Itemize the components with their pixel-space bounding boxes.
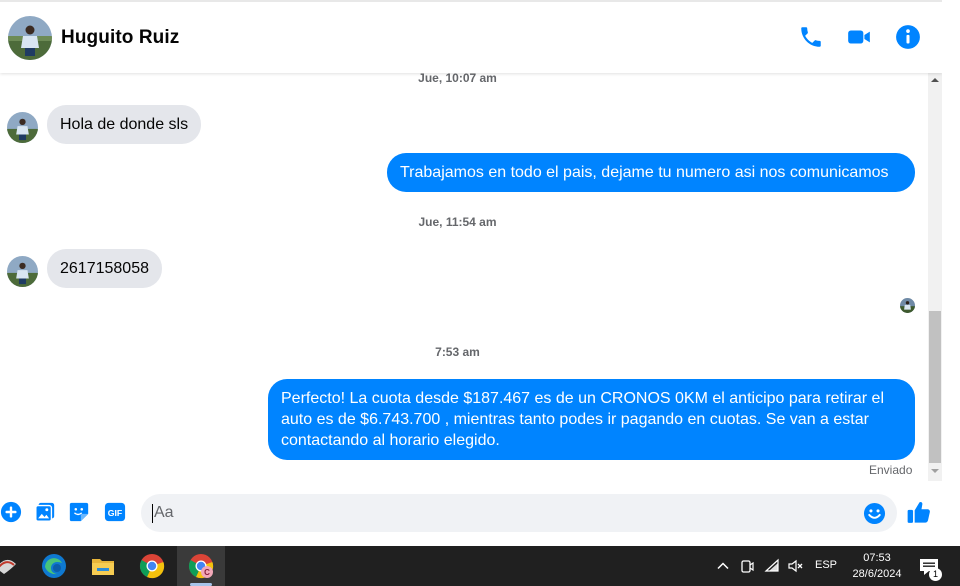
scroll-down-arrow-icon[interactable] [928,464,942,478]
contact-name[interactable]: Huguito Ruiz [61,27,179,49]
scroll-up-arrow-icon[interactable] [928,73,942,87]
edge-browser-icon[interactable] [40,552,68,580]
seen-indicator-avatar [900,298,915,313]
outgoing-message[interactable]: Trabajamos en todo el pais, dejame tu nu… [387,153,915,192]
contact-avatar-small[interactable] [7,256,38,287]
chat-window: Huguito Ruiz Jue, 10:07 am Hola de donde… [0,0,942,546]
chrome-profile-icon[interactable]: C [187,552,215,580]
message-timestamp: Jue, 10:07 am [418,71,497,85]
file-explorer-icon[interactable] [89,552,117,580]
speaker-muted-icon[interactable] [787,558,803,574]
incoming-message[interactable]: Hola de donde sls [47,105,202,144]
message-input-placeholder: Aa [154,504,174,521]
incoming-message[interactable]: 2617158058 [47,249,162,288]
info-icon[interactable] [895,24,921,50]
message-input[interactable]: Aa [141,494,897,532]
clock-time: 07:53 [863,552,891,564]
contact-avatar-small[interactable] [7,112,38,143]
thumbs-up-icon[interactable] [906,499,932,525]
outgoing-message[interactable]: Perfecto! La cuota desde $187.467 es de … [268,379,915,460]
sticker-icon[interactable] [68,501,90,523]
scroll-thumb[interactable] [929,311,941,463]
text-caret [152,504,153,523]
chrome-browser-icon[interactable] [138,552,166,580]
profile-badge: C [204,568,210,577]
message-timestamp: Jue, 11:54 am [418,215,497,229]
windows-taskbar: C ESP 07:53 28/6/2024 1 [0,546,960,586]
message-timestamp: 7:53 am [435,345,480,359]
video-camera-icon[interactable] [846,24,872,50]
thread-scrollbar[interactable] [928,71,942,481]
contact-avatar[interactable] [8,16,52,60]
system-clock[interactable]: 07:53 28/6/2024 [849,550,905,582]
plus-circle-icon[interactable] [0,501,22,523]
message-thread[interactable]: Jue, 10:07 am Hola de donde sls Trabajam… [0,71,928,484]
clock-date: 28/6/2024 [852,568,902,580]
meet-now-icon[interactable] [739,558,755,574]
gif-icon[interactable]: GIF [103,501,127,523]
window-edge [942,0,960,546]
input-language[interactable]: ESP [815,559,837,571]
sent-status: Enviado [869,463,913,477]
gif-label: GIF [108,508,122,518]
smiley-icon[interactable] [863,502,886,525]
phone-icon[interactable] [798,24,824,50]
wifi-icon[interactable] [764,558,780,574]
chevron-up-icon[interactable] [715,558,731,574]
pinned-app-icon[interactable] [0,552,18,580]
image-gallery-icon[interactable] [34,501,56,523]
message-composer: GIF Aa [0,487,942,543]
notification-count-badge: 1 [929,568,942,581]
conversation-header: Huguito Ruiz [0,0,942,73]
